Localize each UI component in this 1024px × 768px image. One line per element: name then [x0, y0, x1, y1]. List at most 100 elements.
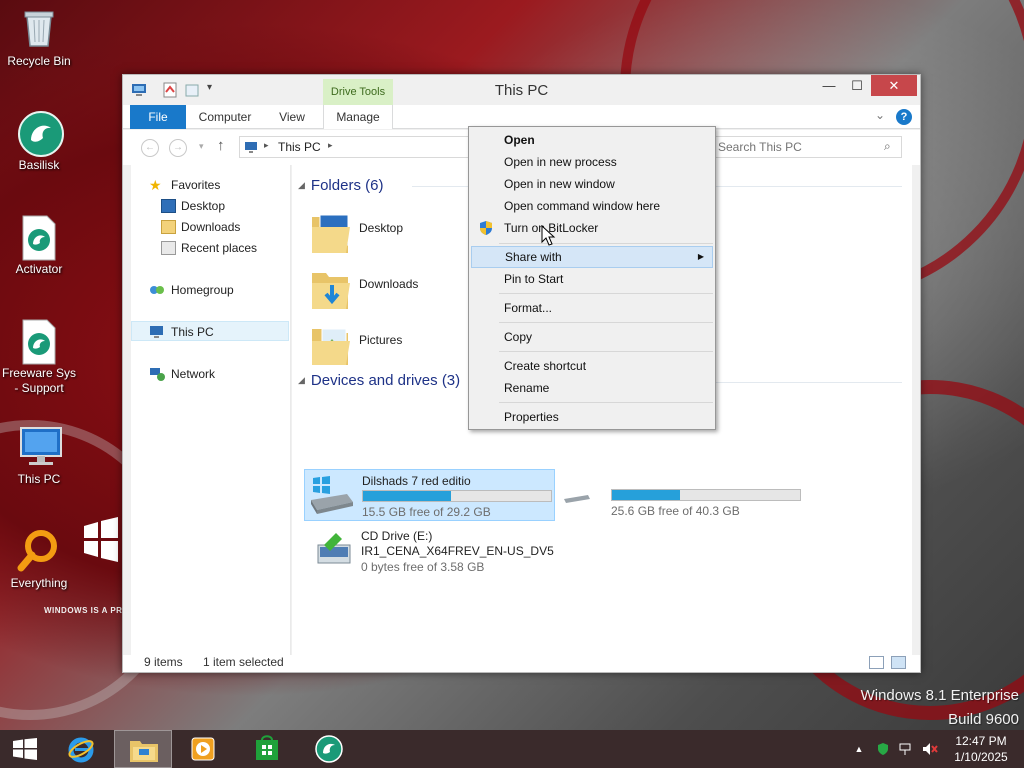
this-pc-small-icon	[149, 325, 164, 339]
status-item-count: 9 items	[144, 655, 183, 669]
os-edition-watermark: Windows 8.1 Enterprise Build 9600	[861, 684, 1019, 730]
drive-cd-e[interactable]: CD Drive (E:) IR1_CENA_X64FREV_EN-US_DV5…	[304, 525, 564, 577]
show-hidden-icons-icon[interactable]: ▲	[852, 742, 866, 756]
taskbar-media-player[interactable]	[174, 730, 232, 768]
desktop-small-icon	[161, 199, 176, 213]
nav-label: Desktop	[181, 199, 226, 213]
folder-label: Desktop	[359, 221, 404, 235]
desktop-icon-label: Everything	[10, 576, 68, 590]
nav-favorites-desktop[interactable]: Desktop	[131, 196, 289, 216]
volume-muted-icon[interactable]	[922, 742, 938, 756]
pictures-folder-icon	[310, 321, 350, 365]
network-icon	[149, 367, 165, 381]
downloads-small-icon	[161, 220, 176, 234]
desktop-icon-this-pc[interactable]: This PC	[0, 424, 78, 487]
tab-file[interactable]: File	[130, 105, 186, 129]
details-view-icon[interactable]	[869, 656, 884, 669]
nav-favorites-recent[interactable]: Recent places	[131, 238, 289, 258]
drive-local-disk-c[interactable]: Dilshads 7 red editio 15.5 GB free of 29…	[304, 469, 555, 521]
menu-item-label: Share with	[505, 250, 562, 264]
search-box[interactable]: ⌕	[713, 136, 902, 158]
folder-desktop[interactable]: Desktop	[302, 205, 462, 257]
recent-locations-icon[interactable]: ▾	[199, 141, 204, 152]
close-button[interactable]: ✕	[871, 75, 917, 96]
breadcrumb-this-pc[interactable]: This PC	[278, 140, 321, 154]
tab-manage[interactable]: Manage	[323, 105, 393, 129]
menu-open-new-window[interactable]: Open in new window	[471, 173, 713, 195]
maximize-button[interactable]: ☐	[843, 75, 871, 96]
network-tray-icon[interactable]	[898, 742, 912, 756]
taskbar-basilisk[interactable]	[300, 730, 358, 768]
drive-name: Dilshads 7 red editio	[362, 474, 471, 488]
freeware-icon	[17, 318, 61, 365]
up-button[interactable]: ↑	[217, 137, 225, 154]
start-button[interactable]	[0, 730, 50, 768]
menu-open-command-window[interactable]: Open command window here	[471, 195, 713, 217]
menu-format[interactable]: Format...	[471, 297, 713, 319]
collapse-triangle-icon[interactable]: ◢	[298, 180, 305, 190]
search-input[interactable]	[718, 139, 878, 155]
group-header-label: Devices and drives (3)	[310, 372, 461, 389]
menu-open-new-process[interactable]: Open in new process	[471, 151, 713, 173]
tab-view[interactable]: View	[269, 105, 315, 129]
nav-this-pc[interactable]: This PC	[131, 321, 289, 341]
desktop-icon-everything[interactable]: Everything	[0, 528, 78, 591]
drive-usage-bar	[611, 489, 801, 501]
nav-favorites[interactable]: ★ Favorites	[131, 175, 289, 195]
menu-copy[interactable]: Copy	[471, 326, 713, 348]
large-icons-view-icon[interactable]	[891, 656, 906, 669]
desktop-icon-label: Activator	[15, 262, 63, 276]
desktop-icon-recycle-bin[interactable]: Recycle Bin	[0, 6, 78, 69]
menu-rename[interactable]: Rename	[471, 377, 713, 399]
forward-button[interactable]: →	[169, 139, 187, 157]
minimize-button[interactable]: —	[815, 75, 843, 96]
security-shield-icon[interactable]	[876, 742, 890, 756]
back-button[interactable]: ←	[141, 139, 159, 157]
group-header-label: Folders (6)	[310, 177, 384, 194]
nav-network[interactable]: Network	[131, 364, 289, 384]
taskbar-store[interactable]	[238, 730, 296, 768]
taskbar-clock[interactable]: 12:47 PM 1/10/2025	[946, 733, 1016, 765]
recent-places-icon	[161, 241, 176, 255]
desktop-icon-basilisk[interactable]: Basilisk	[0, 110, 78, 173]
file-explorer-icon	[130, 741, 158, 762]
os-edition-name: Windows 8.1 Enterprise	[860, 687, 1019, 704]
clock-date: 1/10/2025	[954, 750, 1008, 764]
desktop-folder-icon	[310, 209, 350, 253]
menu-create-shortcut[interactable]: Create shortcut	[471, 355, 713, 377]
help-icon[interactable]: ?	[896, 109, 912, 125]
menu-separator	[499, 402, 713, 403]
folder-downloads[interactable]: Downloads	[302, 261, 462, 313]
taskbar-file-explorer[interactable]	[114, 730, 172, 768]
breadcrumb-chevron-icon[interactable]: ▸	[328, 140, 333, 151]
menu-separator	[499, 322, 713, 323]
collapse-triangle-icon[interactable]: ◢	[298, 375, 305, 385]
desktop-icon-activator[interactable]: Activator	[0, 214, 78, 277]
menu-open[interactable]: Open	[471, 129, 713, 151]
devices-group-header[interactable]: ◢ Devices and drives (3)	[298, 372, 460, 389]
nav-label: Favorites	[171, 178, 221, 192]
title-bar[interactable]: ▾ Drive Tools This PC — ☐ ✕	[123, 75, 920, 105]
desktop-icon-freeware[interactable]: Freeware Sys - Support	[0, 318, 78, 396]
mouse-cursor-icon	[541, 224, 557, 247]
menu-properties[interactable]: Properties	[471, 406, 713, 428]
menu-turn-on-bitlocker[interactable]: Turn on BitLocker	[471, 217, 713, 239]
search-icon[interactable]: ⌕	[884, 139, 891, 154]
desktop-icon-label: Basilisk	[18, 158, 60, 172]
expand-ribbon-icon[interactable]: ⌄	[875, 108, 885, 122]
address-bar[interactable]: ▸ This PC ▸	[239, 136, 471, 158]
menu-share-with[interactable]: Share with ▶	[471, 246, 713, 268]
tab-computer[interactable]: Computer	[191, 105, 259, 129]
folders-group-header[interactable]: ◢ Folders (6)	[298, 177, 383, 194]
nav-homegroup[interactable]: Homegroup	[131, 280, 289, 300]
nav-favorites-downloads[interactable]: Downloads	[131, 217, 289, 237]
menu-pin-to-start[interactable]: Pin to Start	[471, 268, 713, 290]
folder-pictures[interactable]: Pictures	[302, 317, 462, 369]
drive-second-local-disk[interactable]: 25.6 GB free of 40.3 GB	[554, 469, 874, 521]
breadcrumb-separator-icon: ▸	[264, 140, 269, 150]
status-bar: 9 items 1 item selected	[123, 655, 920, 672]
taskbar-internet-explorer[interactable]	[52, 730, 110, 768]
store-icon	[256, 735, 278, 760]
taskbar: ▲ 12:47 PM 1/10/2025	[0, 730, 1024, 768]
cd-drive-icon	[316, 531, 352, 570]
